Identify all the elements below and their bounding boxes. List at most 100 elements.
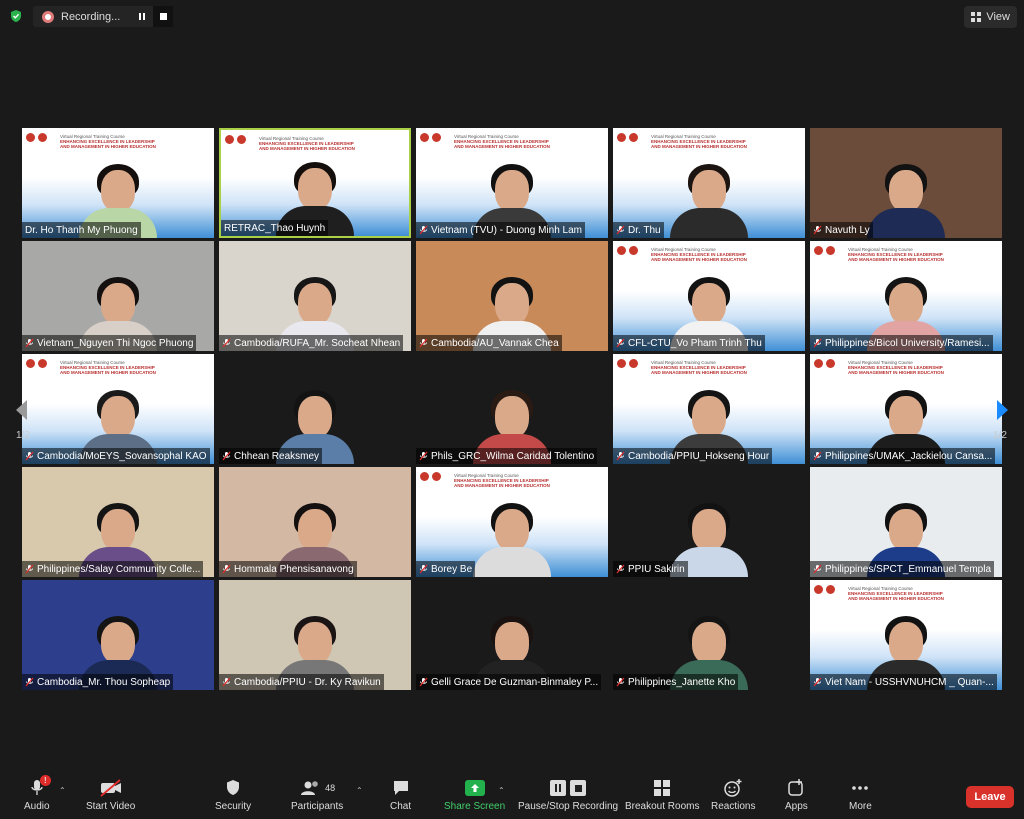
participant-video-tile[interactable]: Cambodia/PPIU - Dr. Ky Ravikun: [219, 580, 411, 690]
participant-name: Dr. Ho Thanh My Phuong: [25, 224, 138, 236]
audio-warning-badge: !: [39, 775, 51, 786]
participant-name-tag: Dr. Ho Thanh My Phuong: [22, 222, 141, 238]
participant-name-tag: Philippines/Salay Community Colle...: [22, 561, 204, 577]
participant-name: Cambodia/MoEYS_Sovansophal KAO: [37, 450, 207, 462]
participant-name-tag: Philippines/SPCT_Emmanuel Templa: [810, 561, 995, 577]
participant-name: Philippines/SPCT_Emmanuel Templa: [825, 563, 992, 575]
audio-label: Audio: [24, 801, 50, 812]
participant-name: Philippines/Bicol University/Ramesi...: [825, 337, 990, 349]
participant-name: RETRAC_Thao Huynh: [224, 222, 326, 234]
reactions-button[interactable]: Reactions: [711, 778, 755, 812]
participants-options-caret-icon[interactable]: ⌃: [356, 786, 363, 795]
participant-video-tile[interactable]: Virtual Regional Training Course ENHANCIN…: [219, 128, 411, 238]
event-banner-text: Virtual Regional Training Course ENHANCIN…: [259, 136, 355, 151]
pause-stop-recording-button[interactable]: Pause/Stop Recording: [518, 778, 618, 812]
participants-button[interactable]: 48 Participants: [291, 778, 343, 812]
participant-name-tag: Chhean Reaksmey: [219, 448, 323, 464]
participant-video-tile[interactable]: Cambodia_Mr. Thou Sopheap: [22, 580, 214, 690]
start-video-button[interactable]: Start Video: [86, 778, 135, 812]
video-gallery: Virtual Regional Training Course ENHANCIN…: [22, 128, 1004, 690]
event-banner-text: Virtual Regional Training Course ENHANCIN…: [454, 473, 550, 488]
share-screen-button[interactable]: Share Screen: [444, 778, 505, 812]
muted-microphone-icon: [419, 677, 428, 687]
event-banner-text: Virtual Regional Training Course ENHANCIN…: [60, 134, 156, 149]
audio-button[interactable]: ! Audio: [24, 775, 51, 812]
event-logos: [26, 359, 47, 368]
participant-video-tile[interactable]: Philippines/SPCT_Emmanuel Templa: [810, 467, 1002, 577]
breakout-rooms-button[interactable]: Breakout Rooms: [625, 778, 699, 812]
participant-name-tag: Navuth Ly: [810, 222, 873, 238]
participant-name: Cambodia/RUFA_Mr. Socheat Nhean: [234, 337, 401, 349]
participant-name: Dr. Thu: [628, 224, 661, 236]
muted-microphone-icon: [419, 451, 428, 461]
participant-video-tile[interactable]: Virtual Regional Training Course ENHANCIN…: [810, 580, 1002, 690]
participant-video-tile[interactable]: Virtual Regional Training Course ENHANCIN…: [613, 354, 805, 464]
reactions-smiley-icon: [724, 779, 742, 797]
event-logos: [617, 359, 638, 368]
security-button[interactable]: Security: [215, 778, 251, 812]
stop-recording-button[interactable]: [153, 6, 173, 27]
apps-label: Apps: [785, 801, 808, 812]
participant-video-tile[interactable]: Gelli Grace De Guzman-Binmaley P...: [416, 580, 608, 690]
grid-view-icon: [971, 12, 982, 22]
participant-video-tile[interactable]: Virtual Regional Training Course ENHANCIN…: [22, 354, 214, 464]
more-label: More: [849, 801, 872, 812]
muted-microphone-icon: [25, 338, 34, 348]
view-button[interactable]: View: [964, 6, 1017, 28]
breakout-rooms-label: Breakout Rooms: [625, 801, 700, 812]
muted-microphone-icon: [813, 225, 822, 235]
share-options-caret-icon[interactable]: ⌃: [498, 786, 505, 795]
muted-microphone-icon: [222, 451, 231, 461]
participant-name: Philippines/Salay Community Colle...: [37, 563, 201, 575]
participant-name-tag: RETRAC_Thao Huynh: [221, 220, 329, 236]
participant-video-tile[interactable]: Cambodia/AU_Vannak Chea: [416, 241, 608, 351]
muted-microphone-icon: [813, 677, 822, 687]
participant-video-tile[interactable]: Navuth Ly: [810, 128, 1002, 238]
participant-name: Phils_GRC_Wilma Caridad Tolentino: [431, 450, 595, 462]
event-logos: [617, 246, 638, 255]
muted-microphone-icon: [419, 564, 428, 574]
next-page-arrow-icon[interactable]: [992, 398, 1012, 422]
participant-name-tag: Phils_GRC_Wilma Caridad Tolentino: [416, 448, 598, 464]
participant-video-tile[interactable]: PPIU Sakirin: [613, 467, 805, 577]
participant-video-feed: [861, 152, 951, 238]
participant-video-tile[interactable]: Virtual Regional Training Course ENHANCIN…: [810, 241, 1002, 351]
event-logos: [617, 133, 638, 142]
chat-button[interactable]: Chat: [390, 778, 411, 812]
video-off-icon: [100, 779, 121, 797]
audio-options-caret-icon[interactable]: ⌃: [59, 786, 66, 795]
participant-video-tile[interactable]: Vietnam_Nguyen Thi Ngoc Phuong: [22, 241, 214, 351]
participants-label: Participants: [291, 801, 344, 812]
event-banner-text: Virtual Regional Training Course ENHANCIN…: [848, 360, 944, 375]
participant-name: Cambodia/AU_Vannak Chea: [431, 337, 559, 349]
security-icon: [227, 780, 240, 795]
muted-microphone-icon: [616, 451, 625, 461]
apps-button[interactable]: Apps: [785, 778, 808, 812]
muted-microphone-icon: [616, 677, 625, 687]
participant-video-tile[interactable]: Virtual Regional Training Course ENHANCIN…: [613, 128, 805, 238]
participant-video-tile[interactable]: Virtual Regional Training Course ENHANCIN…: [416, 128, 608, 238]
participant-video-tile[interactable]: Virtual Regional Training Course ENHANCIN…: [613, 241, 805, 351]
participant-video-tile[interactable]: Phils_GRC_Wilma Caridad Tolentino: [416, 354, 608, 464]
security-shield-icon[interactable]: [9, 9, 23, 23]
participant-name: Philippines/UMAK_Jackielou Cansa...: [825, 450, 993, 462]
pause-recording-button[interactable]: [131, 6, 153, 27]
share-screen-label: Share Screen: [444, 801, 506, 812]
participant-video-tile[interactable]: Philippines/Salay Community Colle...: [22, 467, 214, 577]
recording-indicator: Recording...: [33, 6, 173, 27]
muted-microphone-icon: [25, 564, 34, 574]
participant-video-tile[interactable]: Chhean Reaksmey: [219, 354, 411, 464]
participant-name-tag: Hommala Phensisanavong: [219, 561, 357, 577]
participant-video-tile[interactable]: Cambodia/RUFA_Mr. Socheat Nhean: [219, 241, 411, 351]
participant-name: Borey Be: [431, 563, 473, 575]
participant-video-tile[interactable]: Virtual Regional Training Course ENHANCIN…: [416, 467, 608, 577]
participant-name: Cambodia/PPIU_Hokseng Hour: [628, 450, 770, 462]
participant-video-tile[interactable]: Virtual Regional Training Course ENHANCIN…: [810, 354, 1002, 464]
participant-video-tile[interactable]: Philippines_Janette Kho: [613, 580, 805, 690]
participant-video-tile[interactable]: Virtual Regional Training Course ENHANCIN…: [22, 128, 214, 238]
participant-name: Cambodia_Mr. Thou Sopheap: [37, 676, 171, 688]
participant-video-tile[interactable]: Hommala Phensisanavong: [219, 467, 411, 577]
more-button[interactable]: More: [849, 778, 872, 812]
previous-page-arrow-icon[interactable]: [12, 398, 32, 422]
leave-button[interactable]: Leave: [966, 786, 1014, 808]
